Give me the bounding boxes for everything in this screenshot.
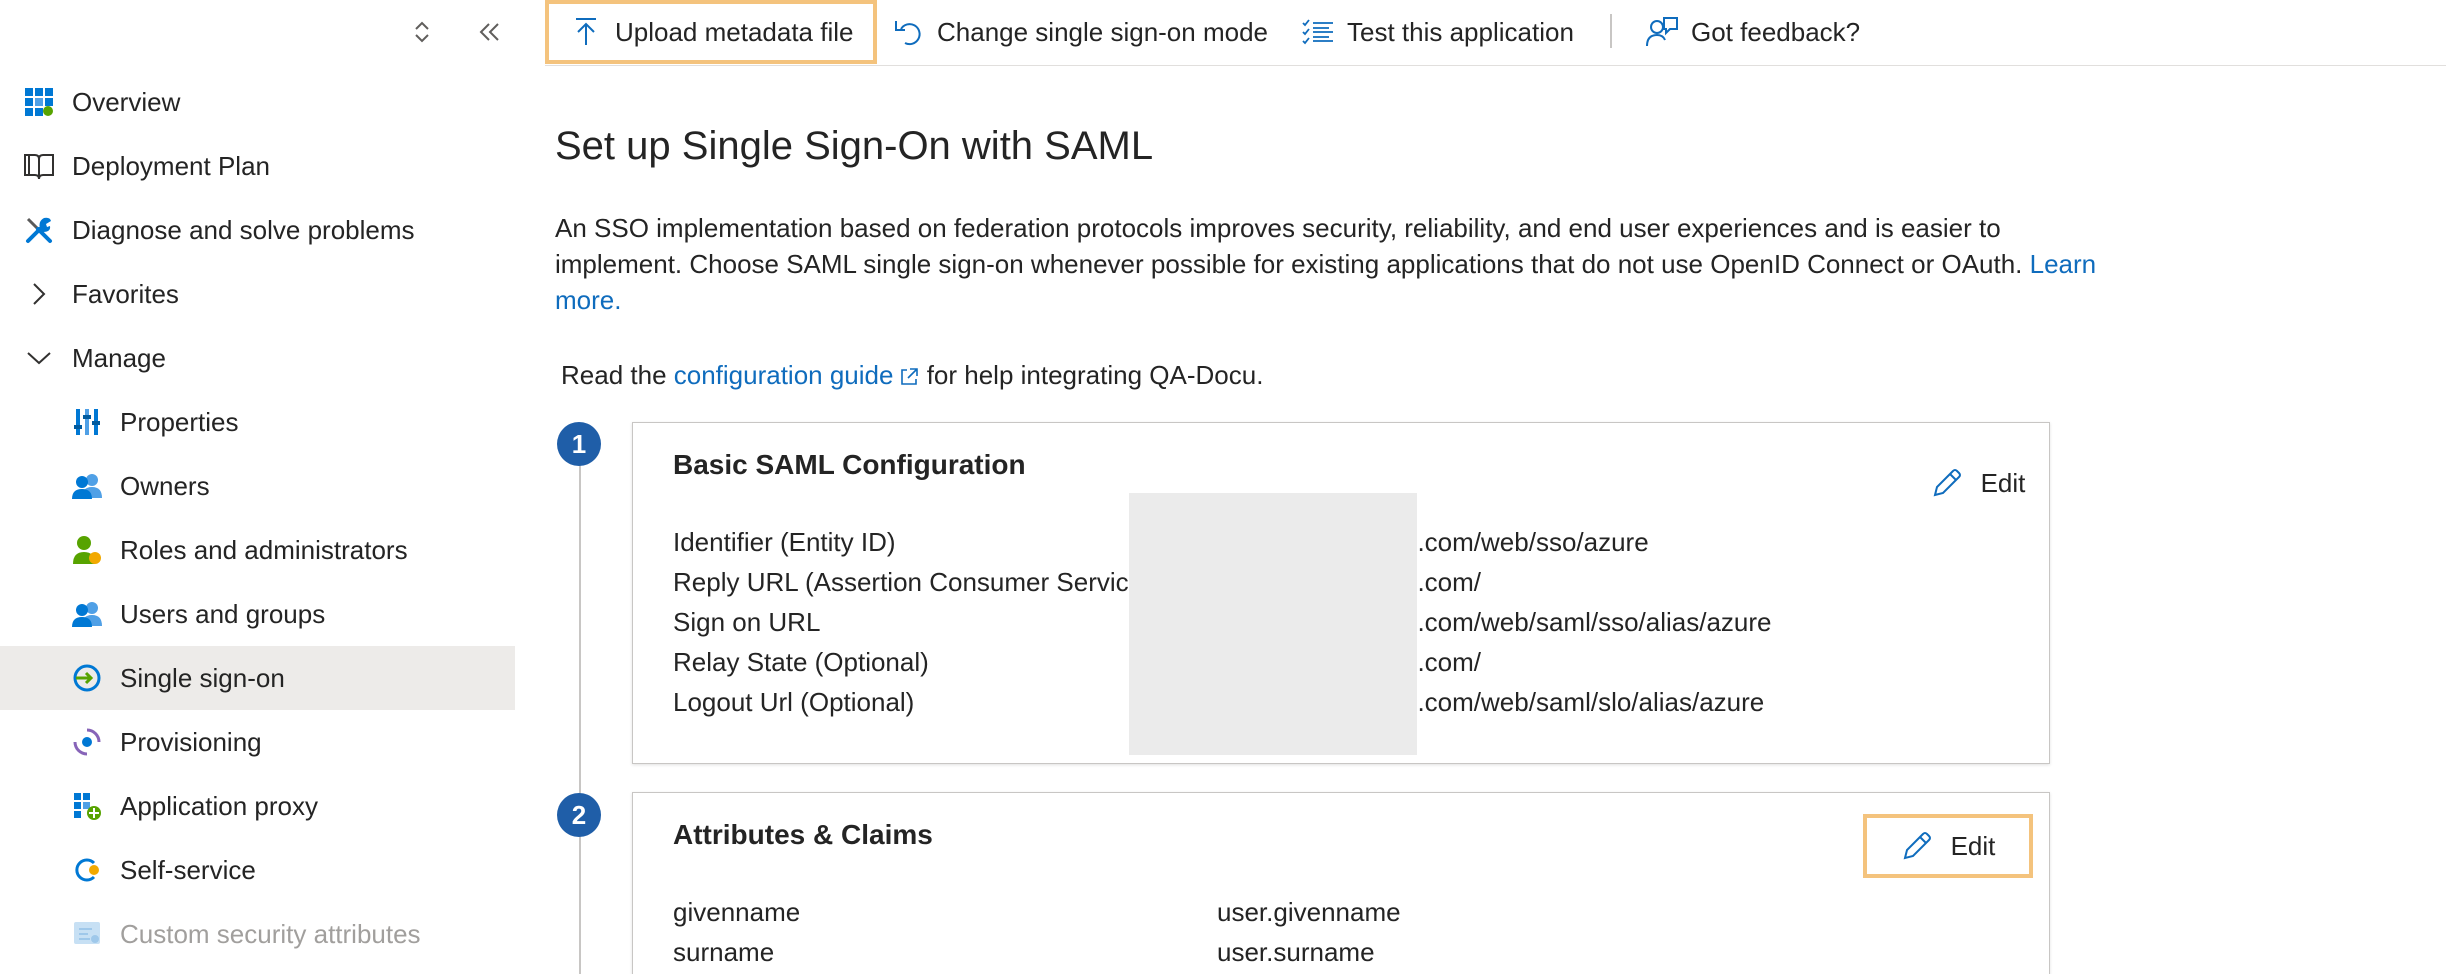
sidebar-item-label: Properties (120, 406, 239, 437)
sidebar-item-label: Self-service (120, 854, 256, 885)
sidebar-item-properties[interactable]: Properties (0, 390, 515, 454)
row-label-logout-url: Logout Url (Optional) (673, 687, 915, 717)
toolbar-divider (1610, 14, 1612, 48)
sidebar-item-favorites[interactable]: Favorites (0, 262, 515, 326)
edit-basic-saml-button[interactable]: Edit (1893, 451, 2063, 515)
change-sso-mode-label: Change single sign-on mode (937, 16, 1268, 47)
sidebar-item-custom-security-attributes[interactable]: Custom security attributes (0, 902, 515, 966)
wrench-icon (22, 213, 56, 247)
row-label-relay-state: Relay State (Optional) (673, 647, 929, 677)
users-icon (70, 469, 104, 503)
feedback-icon (1645, 15, 1679, 49)
self-service-icon (70, 853, 104, 887)
collapse-sidebar-icon[interactable] (472, 14, 508, 50)
sidebar: Overview Deployment Plan Diagnose and so… (0, 0, 515, 974)
sidebar-item-label: Manage (72, 342, 166, 373)
row-value-surname: user.surname (1217, 937, 1375, 967)
chevron-down-icon (22, 341, 56, 375)
step-number-badge: 1 (557, 422, 601, 466)
sidebar-item-label: Owners (120, 470, 210, 501)
properties-icon (70, 405, 104, 439)
users-icon (70, 597, 104, 631)
sidebar-item-label: Diagnose and solve problems (72, 214, 415, 245)
row-value-identifier: 4.com/web/sso/azure (1403, 527, 1649, 557)
sidebar-item-application-proxy[interactable]: Application proxy (0, 774, 515, 838)
configuration-guide-link[interactable]: configuration guide (674, 360, 920, 390)
sidebar-item-label: Favorites (72, 278, 179, 309)
attributes-claims-card: Attributes & Claims Edit givenname surna… (632, 792, 2050, 974)
edit-attributes-claims-button[interactable]: Edit (1863, 814, 2033, 878)
row-value-givenname: user.givenname (1217, 897, 1401, 927)
sidebar-item-roles[interactable]: Roles and administrators (0, 518, 515, 582)
intro-paragraph: An SSO implementation based on federatio… (555, 210, 2115, 318)
chevron-right-icon (22, 277, 56, 311)
guide-suffix: for help integrating QA-Docu. (919, 360, 1264, 390)
row-label-givenname: givenname (673, 897, 801, 927)
sidebar-item-diagnose[interactable]: Diagnose and solve problems (0, 198, 515, 262)
sort-arrows-icon[interactable] (404, 14, 440, 50)
step-number-badge: 2 (557, 793, 601, 837)
sidebar-item-label: Provisioning (120, 726, 262, 757)
card-title: Basic SAML Configuration (673, 449, 1026, 480)
row-label-surname: surname (673, 937, 775, 967)
sidebar-item-label: Roles and administrators (120, 534, 408, 565)
row-label-sign-on-url: Sign on URL (673, 607, 821, 637)
sidebar-item-single-sign-on[interactable]: Single sign-on (0, 646, 515, 710)
steps-connector-line (579, 444, 581, 974)
sidebar-item-provisioning[interactable]: Provisioning (0, 710, 515, 774)
page-title: Set up Single Sign-On with SAML (555, 124, 1154, 168)
sidebar-item-label: Application proxy (120, 790, 318, 821)
sidebar-item-manage[interactable]: Manage (0, 326, 515, 390)
sidebar-item-deployment-plan[interactable]: Deployment Plan (0, 134, 515, 198)
configuration-guide-line: Read the configuration guide for help in… (561, 360, 1263, 394)
edit-label: Edit (1980, 467, 2026, 498)
configuration-guide-link-text: configuration guide (673, 360, 894, 390)
upload-metadata-file-label: Upload metadata file (615, 16, 854, 47)
pencil-icon (1901, 830, 1933, 862)
user-admin-icon (70, 533, 104, 567)
got-feedback-button[interactable]: Got feedback? (1645, 0, 1860, 64)
sidebar-item-owners[interactable]: Owners (0, 454, 515, 518)
app-proxy-icon (70, 789, 104, 823)
row-label-reply-url: Reply URL (Assertion Consumer Service (673, 567, 1144, 597)
overview-grid-icon (22, 85, 56, 119)
basic-saml-configuration-card: Basic SAML Configuration Edit Identifier… (632, 422, 2050, 764)
command-bar: Upload metadata file Change single sign-… (545, 0, 2446, 66)
sidebar-item-label: Overview (72, 86, 181, 117)
provisioning-icon (70, 725, 104, 759)
change-sso-mode-button[interactable]: Change single sign-on mode (891, 0, 1268, 64)
edit-label: Edit (1950, 830, 1996, 861)
book-icon (22, 149, 56, 183)
sidebar-item-label: Users and groups (120, 598, 326, 629)
upload-metadata-file-button[interactable]: Upload metadata file (545, 0, 877, 64)
row-value-sign-on-url: 4.com/web/saml/sso/alias/azure (1403, 607, 1772, 637)
redacted-area (1129, 493, 1417, 755)
got-feedback-label: Got feedback? (1691, 16, 1861, 47)
external-link-icon (899, 363, 919, 394)
row-label-identifier: Identifier (Entity ID) (673, 527, 896, 557)
checklist-icon (1301, 15, 1335, 49)
pencil-icon (1931, 467, 1963, 499)
sso-icon (70, 661, 104, 695)
undo-icon (891, 15, 925, 49)
sidebar-item-label: Custom security attributes (120, 918, 421, 949)
test-application-label: Test this application (1347, 16, 1574, 47)
security-attributes-icon (70, 917, 104, 951)
sidebar-item-users-groups[interactable]: Users and groups (0, 582, 515, 646)
sidebar-item-overview[interactable]: Overview (0, 70, 515, 134)
row-value-logout-url: 4.com/web/saml/slo/alias/azure (1403, 687, 1765, 717)
sidebar-item-self-service[interactable]: Self-service (0, 838, 515, 902)
sidebar-item-label: Deployment Plan (72, 150, 270, 181)
intro-text: An SSO implementation based on federatio… (555, 213, 2030, 279)
sidebar-item-label: Single sign-on (120, 662, 285, 693)
test-application-button[interactable]: Test this application (1301, 0, 1574, 64)
card-title: Attributes & Claims (673, 819, 933, 850)
guide-prefix: Read the (561, 360, 674, 390)
upload-icon (569, 15, 603, 49)
